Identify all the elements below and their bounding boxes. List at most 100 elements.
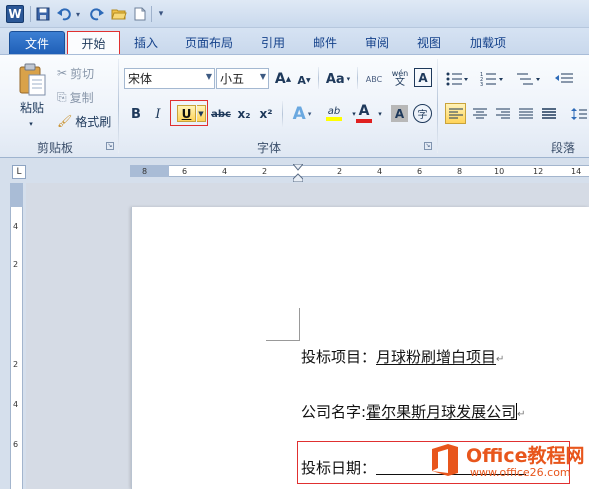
font-name-combo[interactable]: 宋体 ▼ bbox=[124, 68, 215, 89]
text-effect-button[interactable]: A ▾ bbox=[288, 103, 316, 125]
line-spacing-button[interactable] bbox=[568, 103, 589, 124]
bullets-icon bbox=[446, 72, 468, 86]
chevron-down-icon: ▼ bbox=[259, 72, 266, 81]
undo-icon[interactable] bbox=[56, 5, 72, 23]
ruler-tick: 4 bbox=[377, 167, 383, 176]
align-left-button[interactable] bbox=[445, 103, 466, 124]
horizontal-ruler[interactable] bbox=[130, 165, 589, 177]
align-center-icon bbox=[472, 108, 487, 118]
underline-button[interactable]: U ▼ bbox=[170, 100, 208, 126]
numbering-button[interactable]: 123 bbox=[478, 69, 508, 89]
copy-button[interactable]: ⎘ 复制 bbox=[57, 88, 94, 106]
redo-icon[interactable] bbox=[89, 5, 105, 23]
tab-add-ins[interactable]: 加载项 bbox=[460, 31, 516, 54]
tab-mailings[interactable]: 邮件 bbox=[304, 31, 346, 54]
open-folder-icon[interactable] bbox=[110, 5, 128, 23]
strikethrough-icon: abc bbox=[211, 108, 231, 120]
company-name-line[interactable]: 公司名字:霍尔果斯月球发展公司↵ bbox=[301, 401, 525, 422]
paste-button[interactable]: 粘贴 bbox=[14, 59, 50, 119]
undo-dropdown-icon[interactable]: ▾ bbox=[73, 5, 83, 23]
word-logo-icon[interactable]: W bbox=[6, 5, 24, 23]
paste-dropdown-icon[interactable]: ▾ bbox=[26, 119, 36, 129]
ruler-tick: 8 bbox=[142, 167, 148, 176]
phonetic-guide-button[interactable]: wén 文 bbox=[389, 67, 411, 89]
ribbon-home: 粘贴 ▾ ✂ 剪切 ⎘ 复制 🖌 格式刷 剪贴板 ↘ 宋体 ▼ 小五 ▼ A ▲ … bbox=[0, 54, 589, 158]
decrease-indent-button[interactable] bbox=[553, 69, 575, 89]
customize-qat-icon[interactable]: ▾ bbox=[155, 5, 167, 23]
indent-marker-icon[interactable] bbox=[293, 164, 303, 182]
svg-text:3: 3 bbox=[480, 82, 483, 86]
ruler-tick: 2 bbox=[337, 167, 343, 176]
paragraph-group-label: 段落 bbox=[551, 141, 576, 155]
highlighter-icon: ab bbox=[327, 105, 341, 117]
font-color-button[interactable]: A bbox=[354, 101, 374, 125]
superscript-button[interactable]: x² bbox=[257, 104, 275, 124]
bullets-button[interactable] bbox=[444, 69, 470, 89]
subscript-icon: x₂ bbox=[237, 107, 251, 121]
bold-button[interactable]: B bbox=[128, 104, 144, 124]
bold-icon: B bbox=[131, 106, 141, 122]
character-shading-button[interactable]: A bbox=[391, 105, 408, 122]
ruler-tick: 6 bbox=[417, 167, 423, 176]
clear-formatting-icon: ABC bbox=[365, 74, 383, 84]
justify-icon bbox=[518, 108, 533, 118]
multilevel-list-button[interactable] bbox=[514, 69, 544, 89]
tab-page-layout[interactable]: 页面布局 bbox=[176, 31, 242, 54]
multilevel-list-icon bbox=[517, 73, 540, 85]
tab-references[interactable]: 引用 bbox=[252, 31, 294, 54]
group-separator bbox=[282, 101, 283, 127]
highlight-button[interactable]: ab bbox=[319, 101, 349, 125]
ribbon-tabs: 文件 开始 插入 页面布局 引用 邮件 审阅 视图 加载项 bbox=[0, 28, 589, 54]
grow-font-icon: A bbox=[274, 71, 286, 87]
font-dialog-launcher-icon[interactable]: ↘ bbox=[424, 142, 432, 150]
strikethrough-button[interactable]: abc bbox=[211, 104, 231, 124]
watermark-url: www.office26.com bbox=[470, 466, 571, 479]
grow-font-button[interactable]: A ▲ bbox=[274, 69, 292, 89]
chevron-down-icon: ▼ bbox=[205, 72, 212, 81]
new-document-icon[interactable] bbox=[133, 5, 147, 23]
distributed-button[interactable] bbox=[538, 103, 559, 124]
enclose-characters-button[interactable]: 字 bbox=[413, 104, 432, 123]
bid-project-value: 月球粉刷增白项目 bbox=[376, 348, 497, 366]
bid-project-line[interactable]: 投标项目：月球粉刷增白项目↵ bbox=[301, 346, 504, 367]
clipboard-dialog-launcher-icon[interactable]: ↘ bbox=[106, 142, 114, 150]
align-right-button[interactable] bbox=[492, 103, 513, 124]
font-size-combo[interactable]: 小五 ▼ bbox=[216, 68, 269, 89]
font-color-dropdown-icon[interactable]: ▾ bbox=[375, 104, 385, 124]
scissors-icon: ✂ bbox=[57, 66, 68, 80]
save-icon[interactable] bbox=[35, 5, 51, 23]
paintbrush-icon: 🖌 bbox=[57, 114, 73, 128]
justify-button[interactable] bbox=[515, 103, 536, 124]
clear-formatting-button[interactable]: ABC bbox=[364, 69, 384, 89]
align-center-button[interactable] bbox=[469, 103, 490, 124]
tab-insert[interactable]: 插入 bbox=[125, 31, 167, 54]
underline-dropdown-icon[interactable]: ▼ bbox=[197, 105, 206, 122]
align-left-icon bbox=[448, 108, 463, 118]
shrink-font-button[interactable]: A ▼ bbox=[296, 71, 312, 89]
toolbar-separator bbox=[151, 6, 152, 22]
tab-home[interactable]: 开始 bbox=[67, 31, 120, 54]
font-group-label: 字体 bbox=[257, 141, 282, 155]
ruler-margin-left bbox=[130, 165, 169, 177]
align-right-icon bbox=[495, 108, 510, 118]
distributed-icon bbox=[541, 107, 556, 119]
italic-icon: I bbox=[155, 106, 161, 122]
bid-project-label: 投标项目： bbox=[301, 348, 377, 366]
tab-file[interactable]: 文件 bbox=[9, 31, 65, 54]
italic-button[interactable]: I bbox=[150, 104, 166, 124]
ruler-tick: 2 bbox=[13, 260, 19, 269]
character-border-button[interactable]: A bbox=[414, 68, 432, 87]
tab-view[interactable]: 视图 bbox=[408, 31, 450, 54]
copy-icon: ⎘ bbox=[57, 89, 67, 104]
tab-review[interactable]: 审阅 bbox=[356, 31, 398, 54]
ruler-tick: 4 bbox=[222, 167, 228, 176]
superscript-icon: x² bbox=[259, 107, 273, 121]
format-painter-button[interactable]: 🖌 格式刷 bbox=[57, 112, 111, 130]
ruler-margin-top bbox=[10, 183, 23, 207]
change-case-button[interactable]: Aa ▾ bbox=[324, 69, 352, 89]
cut-button[interactable]: ✂ 剪切 bbox=[57, 64, 94, 82]
ruler-tick: 14 bbox=[571, 167, 582, 176]
margin-crop-mark bbox=[266, 340, 299, 341]
tab-selector-button[interactable]: L bbox=[12, 165, 26, 179]
subscript-button[interactable]: x₂ bbox=[235, 104, 253, 124]
